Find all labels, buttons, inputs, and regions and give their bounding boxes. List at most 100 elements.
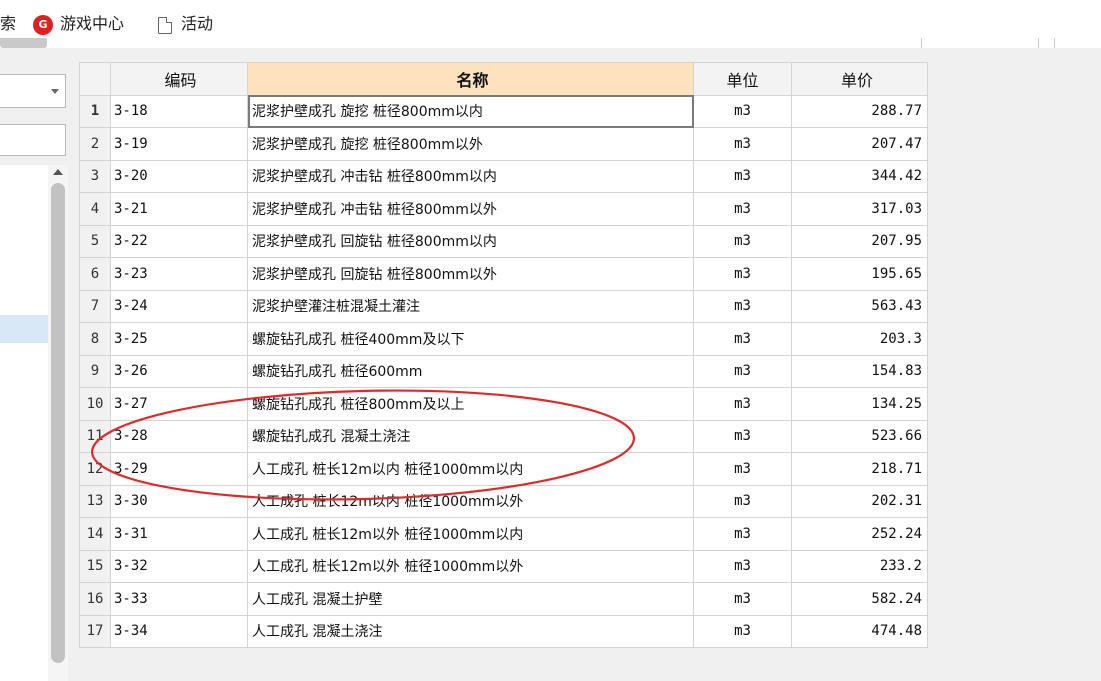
name-cell[interactable]: 泥浆护壁成孔 冲击钻 桩径800mm以内 [247, 159, 694, 193]
unit-cell[interactable]: m3 [693, 484, 792, 518]
name-cell[interactable]: 螺旋钻孔成孔 桩径800mm及以上 [247, 387, 694, 421]
price-cell[interactable]: 154.83 [791, 354, 928, 388]
price-cell[interactable]: 203.3 [791, 322, 928, 356]
name-cell[interactable]: 人工成孔 混凝土浇注 [247, 614, 694, 648]
name-cell[interactable]: 人工成孔 桩长12m以内 桩径1000mm以内 [247, 452, 694, 486]
search-bookmark[interactable]: 索 [0, 12, 16, 36]
game-center-bookmark[interactable]: 游戏中心 [60, 12, 124, 36]
unit-cell[interactable]: m3 [693, 452, 792, 486]
table-row[interactable]: 5 3-22 泥浆护壁成孔 回旋钻 桩径800mm以内 m3 207.95 [79, 224, 928, 258]
table-row[interactable]: 13 3-30 人工成孔 桩长12m以内 桩径1000mm以外 m3 202.31 [79, 484, 928, 518]
price-cell[interactable]: 202.31 [791, 484, 928, 518]
code-cell[interactable]: 3-25 [110, 322, 248, 356]
unit-cell[interactable]: m3 [693, 614, 792, 648]
table-row[interactable]: 7 3-24 泥浆护壁灌注桩混凝土灌注 m3 563.43 [79, 289, 928, 323]
name-cell[interactable]: 螺旋钻孔成孔 桩径600mm [247, 354, 694, 388]
table-row[interactable]: 2 3-19 泥浆护壁成孔 旋挖 桩径800mm以外 m3 207.47 [79, 127, 928, 161]
unit-cell[interactable]: m3 [693, 387, 792, 421]
price-cell[interactable]: 207.47 [791, 127, 928, 161]
code-cell[interactable]: 3-23 [110, 257, 248, 291]
name-cell[interactable]: 泥浆护壁成孔 旋挖 桩径800mm以外 [247, 127, 694, 161]
price-cell[interactable]: 233.2 [791, 549, 928, 583]
name-cell[interactable]: 人工成孔 桩长12m以外 桩径1000mm以外 [247, 549, 694, 583]
table-row[interactable]: 12 3-29 人工成孔 桩长12m以内 桩径1000mm以内 m3 218.71 [79, 452, 928, 486]
code-cell[interactable]: 3-30 [110, 484, 248, 518]
table-row[interactable]: 10 3-27 螺旋钻孔成孔 桩径800mm及以上 m3 134.25 [79, 387, 928, 421]
code-cell[interactable]: 3-31 [110, 517, 248, 551]
unit-cell[interactable]: m3 [693, 582, 792, 616]
table-row[interactable]: 8 3-25 螺旋钻孔成孔 桩径400mm及以下 m3 203.3 [79, 322, 928, 356]
price-cell[interactable]: 252.24 [791, 517, 928, 551]
table-row[interactable]: 14 3-31 人工成孔 桩长12m以外 桩径1000mm以内 m3 252.24 [79, 517, 928, 551]
unit-cell[interactable]: m3 [693, 94, 792, 128]
code-cell[interactable]: 3-24 [110, 289, 248, 323]
name-cell[interactable]: 泥浆护壁成孔 旋挖 桩径800mm以内 [247, 94, 694, 128]
unit-cell[interactable]: m3 [693, 549, 792, 583]
unit-cell[interactable]: m3 [693, 224, 792, 258]
left-tab-stub[interactable] [0, 38, 47, 48]
price-cell[interactable]: 582.24 [791, 582, 928, 616]
price-header[interactable]: 单价 [791, 62, 928, 96]
tree-selected-item[interactable] [0, 315, 48, 343]
table-row[interactable]: 3 3-20 泥浆护壁成孔 冲击钻 桩径800mm以内 m3 344.42 [79, 159, 928, 193]
price-cell[interactable]: 134.25 [791, 387, 928, 421]
name-cell[interactable]: 泥浆护壁成孔 冲击钻 桩径800mm以外 [247, 192, 694, 226]
code-cell[interactable]: 3-29 [110, 452, 248, 486]
code-cell[interactable]: 3-18 [110, 94, 248, 128]
code-cell[interactable]: 3-34 [110, 614, 248, 648]
table-row[interactable]: 4 3-21 泥浆护壁成孔 冲击钻 桩径800mm以外 m3 317.03 [79, 192, 928, 226]
category-dropdown[interactable] [0, 74, 66, 108]
code-cell[interactable]: 3-19 [110, 127, 248, 161]
unit-cell[interactable]: m3 [693, 192, 792, 226]
code-cell[interactable]: 3-28 [110, 419, 248, 453]
price-cell[interactable]: 218.71 [791, 452, 928, 486]
name-cell[interactable]: 泥浆护壁成孔 回旋钻 桩径800mm以内 [247, 224, 694, 258]
filter-input[interactable] [0, 124, 66, 156]
unit-cell[interactable]: m3 [693, 419, 792, 453]
price-cell[interactable]: 288.77 [791, 94, 928, 128]
price-cell[interactable]: 523.66 [791, 419, 928, 453]
code-cell[interactable]: 3-26 [110, 354, 248, 388]
price-cell[interactable]: 207.95 [791, 224, 928, 258]
code-cell[interactable]: 3-21 [110, 192, 248, 226]
unit-cell[interactable]: m3 [693, 517, 792, 551]
table-row[interactable]: 16 3-33 人工成孔 混凝土护壁 m3 582.24 [79, 582, 928, 616]
table-row[interactable]: 15 3-32 人工成孔 桩长12m以外 桩径1000mm以外 m3 233.2 [79, 549, 928, 583]
unit-cell[interactable]: m3 [693, 322, 792, 356]
table-row[interactable]: 1 3-18 泥浆护壁成孔 旋挖 桩径800mm以内 m3 288.77 [79, 94, 928, 128]
table-row[interactable]: 11 3-28 螺旋钻孔成孔 混凝土浇注 m3 523.66 [79, 419, 928, 453]
code-cell[interactable]: 3-20 [110, 159, 248, 193]
table-row[interactable]: 6 3-23 泥浆护壁成孔 回旋钻 桩径800mm以外 m3 195.65 [79, 257, 928, 291]
tree-scrollbar[interactable] [48, 165, 68, 681]
name-cell[interactable]: 螺旋钻孔成孔 混凝土浇注 [247, 419, 694, 453]
code-cell[interactable]: 3-32 [110, 549, 248, 583]
price-cell[interactable]: 195.65 [791, 257, 928, 291]
unit-cell[interactable]: m3 [693, 127, 792, 161]
unit-header[interactable]: 单位 [693, 62, 792, 96]
code-cell[interactable]: 3-27 [110, 387, 248, 421]
scroll-up-icon[interactable] [53, 169, 63, 175]
unit-cell[interactable]: m3 [693, 257, 792, 291]
name-cell[interactable]: 泥浆护壁成孔 回旋钻 桩径800mm以外 [247, 257, 694, 291]
name-cell[interactable]: 泥浆护壁灌注桩混凝土灌注 [247, 289, 694, 323]
category-tree[interactable] [0, 165, 68, 681]
price-cell[interactable]: 563.43 [791, 289, 928, 323]
name-cell[interactable]: 螺旋钻孔成孔 桩径400mm及以下 [247, 322, 694, 356]
name-cell[interactable]: 人工成孔 混凝土护壁 [247, 582, 694, 616]
name-cell[interactable]: 人工成孔 桩长12m以外 桩径1000mm以内 [247, 517, 694, 551]
table-row[interactable]: 17 3-34 人工成孔 混凝土浇注 m3 474.48 [79, 614, 928, 648]
code-header[interactable]: 编码 [110, 62, 248, 96]
name-header[interactable]: 名称 [247, 62, 694, 96]
unit-cell[interactable]: m3 [693, 159, 792, 193]
scroll-thumb[interactable] [51, 183, 65, 663]
unit-cell[interactable]: m3 [693, 289, 792, 323]
price-cell[interactable]: 474.48 [791, 614, 928, 648]
unit-cell[interactable]: m3 [693, 354, 792, 388]
price-cell[interactable]: 317.03 [791, 192, 928, 226]
activity-bookmark[interactable]: 活动 [181, 12, 213, 36]
table-row[interactable]: 9 3-26 螺旋钻孔成孔 桩径600mm m3 154.83 [79, 354, 928, 388]
name-cell[interactable]: 人工成孔 桩长12m以内 桩径1000mm以外 [247, 484, 694, 518]
price-cell[interactable]: 344.42 [791, 159, 928, 193]
code-cell[interactable]: 3-22 [110, 224, 248, 258]
code-cell[interactable]: 3-33 [110, 582, 248, 616]
